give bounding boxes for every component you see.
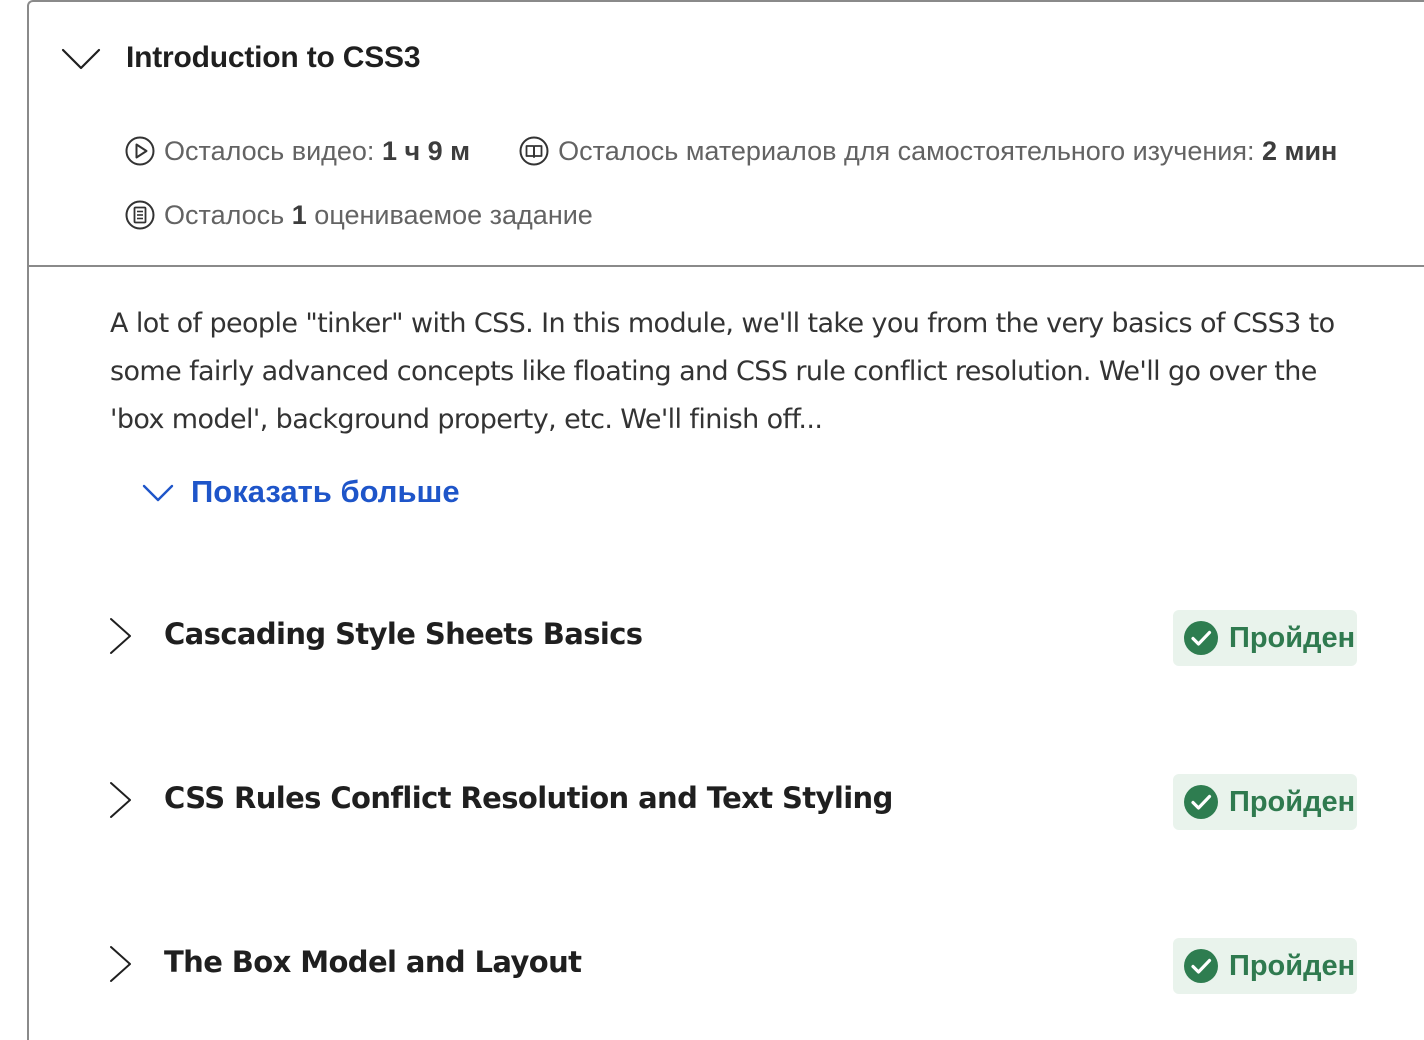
module-meta-row-2: Осталось 1 оцениваемое задание: [124, 198, 593, 232]
status-label: Пройден: [1229, 949, 1356, 982]
check-circle-icon: [1184, 785, 1218, 819]
reading-remaining-prefix: Осталось материалов для самостоятельного…: [558, 136, 1255, 166]
chevron-down-icon: [61, 48, 101, 70]
chevron-right-icon[interactable]: [105, 780, 137, 820]
show-more-label: Показать больше: [191, 474, 460, 509]
lesson-title[interactable]: Cascading Style Sheets Basics: [164, 614, 643, 654]
lesson-title[interactable]: CSS Rules Conflict Resolution and Text S…: [164, 778, 893, 818]
video-remaining: Осталось видео: 1 ч 9 м: [124, 134, 470, 168]
video-remaining-value: 1 ч 9 м: [381, 136, 471, 166]
lesson-row[interactable]: Cascading Style Sheets Basics Пройден: [105, 610, 1365, 670]
chevron-right-icon[interactable]: [105, 616, 137, 656]
status-badge: Пройден: [1173, 610, 1357, 666]
chevron-down-icon: [142, 484, 174, 502]
assignment-icon: [125, 200, 155, 230]
module-title[interactable]: Introduction to CSS3: [126, 38, 421, 78]
lesson-row[interactable]: CSS Rules Conflict Resolution and Text S…: [105, 774, 1365, 834]
module-collapse-toggle[interactable]: [61, 38, 101, 78]
graded-remaining: Осталось 1 оцениваемое задание: [124, 198, 593, 232]
graded-remaining-value: 1: [291, 200, 307, 230]
graded-remaining-prefix: Осталось: [164, 200, 285, 230]
play-circle-icon: [125, 136, 155, 166]
lesson-title[interactable]: The Box Model and Layout: [164, 942, 582, 982]
reading-remaining-value: 2 мин: [1261, 136, 1338, 166]
status-badge: Пройден: [1173, 938, 1357, 994]
video-remaining-prefix: Осталось видео:: [164, 136, 375, 166]
show-more-button[interactable]: Показать больше: [141, 472, 460, 512]
graded-remaining-suffix: оцениваемое задание: [314, 200, 593, 230]
reading-remaining: Осталось материалов для самостоятельного…: [518, 134, 1337, 168]
status-badge: Пройден: [1173, 774, 1357, 830]
lesson-row[interactable]: The Box Model and Layout Пройден: [105, 938, 1365, 998]
chevron-right-icon[interactable]: [105, 944, 137, 984]
book-open-icon: [519, 136, 549, 166]
check-circle-icon: [1184, 621, 1218, 655]
module-meta-row-1: Осталось видео: 1 ч 9 м Осталось материа…: [124, 134, 1337, 168]
header-divider: [29, 265, 1424, 267]
status-label: Пройден: [1229, 621, 1356, 654]
check-circle-icon: [1184, 949, 1218, 983]
module-description: A lot of people "tinker" with CSS. In th…: [110, 308, 1335, 435]
status-label: Пройден: [1229, 785, 1356, 818]
module-card: Introduction to CSS3 Осталось видео: 1 ч…: [27, 0, 1424, 1040]
